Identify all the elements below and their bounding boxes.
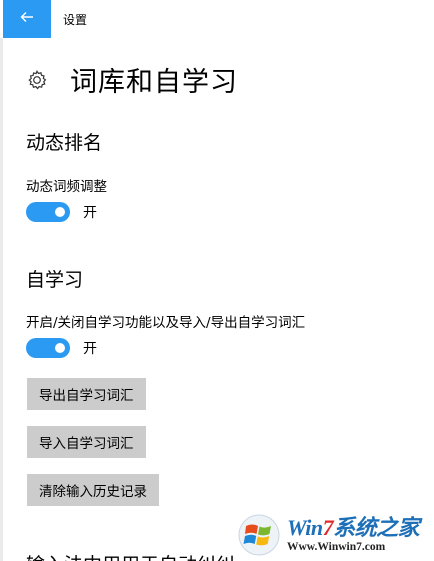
dynamic-frequency-toggle[interactable]	[26, 202, 70, 222]
gear-icon	[26, 69, 48, 91]
windows-logo-icon	[238, 514, 280, 555]
export-vocabulary-button[interactable]: 导出自学习词汇	[27, 378, 146, 410]
dynamic-frequency-toggle-row: 开	[26, 202, 97, 222]
clear-history-button[interactable]: 清除输入历史记录	[27, 474, 159, 506]
section-title-dynamic-ranking: 动态排名	[26, 132, 103, 154]
self-learning-label: 开启/关闭自学习功能以及导入/导出自学习词汇	[26, 315, 306, 331]
page-title: 词库和自学习	[70, 67, 238, 98]
toggle-state-label: 开	[83, 341, 97, 357]
toggle-knob	[55, 207, 65, 217]
window-left-edge	[0, 38, 3, 561]
back-button[interactable]	[3, 0, 51, 38]
self-learning-toggle[interactable]	[26, 338, 70, 358]
import-vocabulary-button[interactable]: 导入自学习词汇	[27, 426, 146, 458]
cut-off-section-title: 输入法中用用于自动纠纠错	[26, 550, 254, 561]
settings-window: 设置 词库和自学习 动态排名 动态词频调整 开 自学习 开启/关闭自学习功能以及…	[0, 0, 434, 561]
page-header: 词库和自学习	[26, 60, 238, 99]
section-title-self-learning: 自学习	[26, 269, 84, 291]
app-title: 设置	[63, 13, 88, 27]
title-bar: 设置	[0, 0, 434, 38]
watermark-brand: Win7系统之家	[287, 514, 420, 540]
watermark: Win7系统之家 Www.Winwin7.com	[233, 508, 434, 561]
back-arrow-icon	[19, 9, 35, 29]
self-learning-toggle-row: 开	[26, 338, 97, 358]
toggle-state-label: 开	[83, 205, 97, 221]
toggle-knob	[55, 343, 65, 353]
watermark-url: Www.Winwin7.com	[287, 540, 386, 553]
dynamic-frequency-label: 动态词频调整	[26, 179, 107, 195]
